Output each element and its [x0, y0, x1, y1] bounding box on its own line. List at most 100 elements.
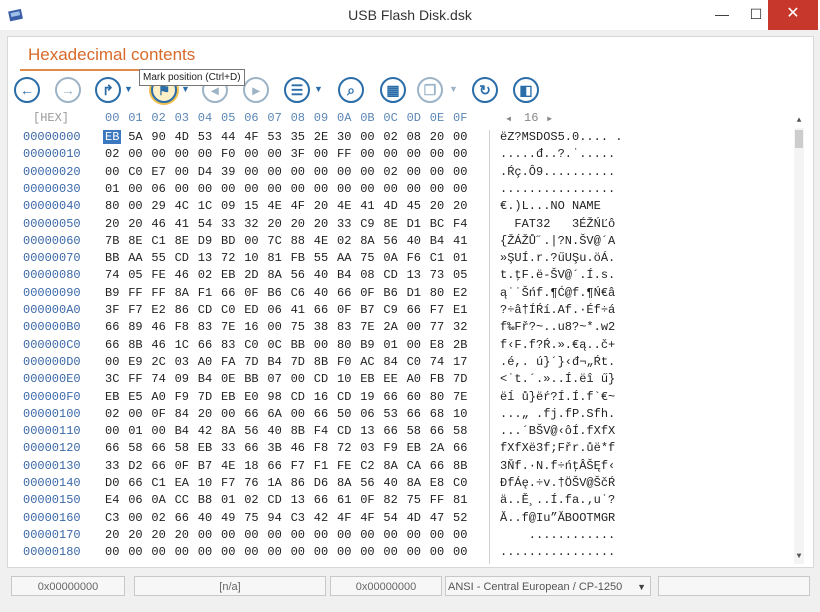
hex-byte[interactable]: 00 — [151, 545, 165, 559]
hex-byte[interactable]: 00 — [267, 528, 281, 542]
hex-byte[interactable]: FF — [337, 147, 351, 161]
copy-icon[interactable]: ❐ — [417, 77, 443, 103]
hex-byte[interactable]: 1C — [198, 199, 212, 213]
hex-byte[interactable]: 33 — [105, 459, 119, 473]
hex-byte[interactable]: 66 — [430, 424, 444, 438]
hex-byte[interactable]: 94 — [267, 511, 281, 525]
chevron-down-icon[interactable]: ▼ — [314, 84, 323, 94]
hex-byte[interactable]: 00 — [267, 545, 281, 559]
hex-byte[interactable]: 00 — [244, 528, 258, 542]
hex-byte[interactable]: 20 — [198, 407, 212, 421]
hex-byte[interactable]: 01 — [105, 182, 119, 196]
hex-byte[interactable]: C0 — [221, 303, 235, 317]
hex-byte[interactable]: 6A — [267, 407, 281, 421]
hex-byte[interactable]: C3 — [105, 511, 119, 525]
hex-byte[interactable]: 10 — [453, 407, 467, 421]
hex-byte[interactable]: 7B — [105, 234, 119, 248]
hex-byte[interactable]: F7 — [128, 303, 142, 317]
hex-byte[interactable]: 00 — [453, 130, 467, 144]
hex-byte[interactable]: 16 — [244, 320, 258, 334]
hex-byte[interactable]: 20 — [175, 528, 189, 542]
hex-byte[interactable]: 00 — [267, 147, 281, 161]
hex-byte[interactable]: 20 — [314, 199, 328, 213]
hex-byte[interactable]: CD — [383, 268, 397, 282]
row-text[interactable]: ............ — [500, 528, 615, 542]
hex-byte[interactable]: 77 — [430, 320, 444, 334]
hex-byte[interactable]: 40 — [407, 234, 421, 248]
hex-byte[interactable]: 00 — [360, 147, 374, 161]
hex-byte[interactable]: 00 — [360, 130, 374, 144]
hex-byte[interactable]: F8 — [314, 441, 328, 455]
hex-byte[interactable]: FF — [128, 286, 142, 300]
hex-byte[interactable]: 84 — [175, 407, 189, 421]
row-text[interactable]: .....đ..?.˙..... — [500, 147, 615, 161]
hex-byte[interactable]: EB — [105, 390, 119, 404]
chevron-down-icon[interactable]: ▼ — [449, 84, 458, 94]
hex-byte[interactable]: 66 — [151, 459, 165, 473]
hex-byte[interactable]: 2B — [453, 338, 467, 352]
hex-byte[interactable]: 00 — [430, 528, 444, 542]
hex-byte[interactable]: C6 — [291, 286, 305, 300]
hex-byte[interactable]: 00 — [221, 182, 235, 196]
hex-byte[interactable]: 82 — [383, 493, 397, 507]
hex-byte[interactable]: 86 — [291, 476, 305, 490]
hex-byte[interactable]: FF — [128, 372, 142, 386]
hex-byte[interactable]: 0F — [244, 286, 258, 300]
hex-byte[interactable]: CD — [175, 251, 189, 265]
hex-byte[interactable]: 00 — [151, 424, 165, 438]
hex-byte[interactable]: 02 — [105, 407, 119, 421]
row-text[interactable]: {ŽÁŽŮ˝.|?N.ŠV@´A — [500, 234, 615, 248]
hex-byte[interactable]: 05 — [128, 268, 142, 282]
hex-byte[interactable]: 32 — [453, 320, 467, 334]
hex-byte[interactable]: 55 — [151, 251, 165, 265]
hex-byte[interactable]: ED — [244, 303, 258, 317]
hex-byte[interactable]: 58 — [453, 424, 467, 438]
hex-byte[interactable]: 20 — [430, 130, 444, 144]
hex-byte[interactable]: 00 — [175, 147, 189, 161]
hex-byte[interactable]: 74 — [430, 355, 444, 369]
hex-byte[interactable]: 8A — [337, 476, 351, 490]
hex-byte[interactable]: EA — [175, 476, 189, 490]
hex-byte[interactable]: CA — [407, 459, 421, 473]
row-text[interactable]: Ă..f@Iu”ĂBOOTMGR — [500, 511, 615, 525]
hex-byte[interactable]: 1C — [175, 338, 189, 352]
hex-byte[interactable]: 4E — [337, 199, 351, 213]
panel-title[interactable]: Hexadecimal contents — [28, 45, 195, 65]
hex-byte[interactable]: 08 — [407, 130, 421, 144]
hex-byte[interactable]: 53 — [267, 130, 281, 144]
hex-byte[interactable]: 00 — [291, 372, 305, 386]
hex-byte[interactable]: 83 — [198, 320, 212, 334]
hex-byte[interactable]: 41 — [360, 199, 374, 213]
hex-byte[interactable]: 66 — [407, 303, 421, 317]
hex-byte[interactable]: 17 — [453, 355, 467, 369]
hex-byte[interactable]: F7 — [221, 476, 235, 490]
hex-byte[interactable]: 7D — [453, 372, 467, 386]
hex-byte[interactable]: E7 — [151, 165, 165, 179]
hex-byte[interactable]: 00 — [198, 528, 212, 542]
hex-byte[interactable]: E2 — [151, 303, 165, 317]
hex-byte[interactable]: 02 — [105, 147, 119, 161]
hex-byte[interactable]: 40 — [314, 268, 328, 282]
hex-byte[interactable]: 4E — [314, 234, 328, 248]
hex-byte[interactable]: 00 — [198, 182, 212, 196]
hex-byte[interactable]: 56 — [244, 424, 258, 438]
hex-byte[interactable]: 4D — [383, 199, 397, 213]
hex-byte[interactable]: 02 — [337, 234, 351, 248]
hex-byte[interactable]: B4 — [198, 372, 212, 386]
hex-byte[interactable]: 00 — [337, 545, 351, 559]
close-button[interactable]: ✕ — [768, 0, 818, 30]
hex-byte[interactable]: A0 — [198, 355, 212, 369]
hex-byte[interactable]: 00 — [453, 528, 467, 542]
hex-byte[interactable]: 8B — [314, 355, 328, 369]
minimize-button[interactable]: — — [707, 0, 737, 30]
hex-byte[interactable]: 66 — [337, 286, 351, 300]
hex-byte[interactable]: 20 — [105, 528, 119, 542]
hex-byte[interactable]: 03 — [360, 441, 374, 455]
hex-byte[interactable]: 4F — [291, 199, 305, 213]
hex-byte[interactable]: F9 — [383, 441, 397, 455]
hex-byte[interactable]: 00 — [337, 182, 351, 196]
hex-byte[interactable]: 00 — [198, 545, 212, 559]
hex-byte[interactable]: 00 — [314, 545, 328, 559]
hex-byte[interactable]: FF — [151, 286, 165, 300]
hex-byte[interactable]: 74 — [105, 268, 119, 282]
